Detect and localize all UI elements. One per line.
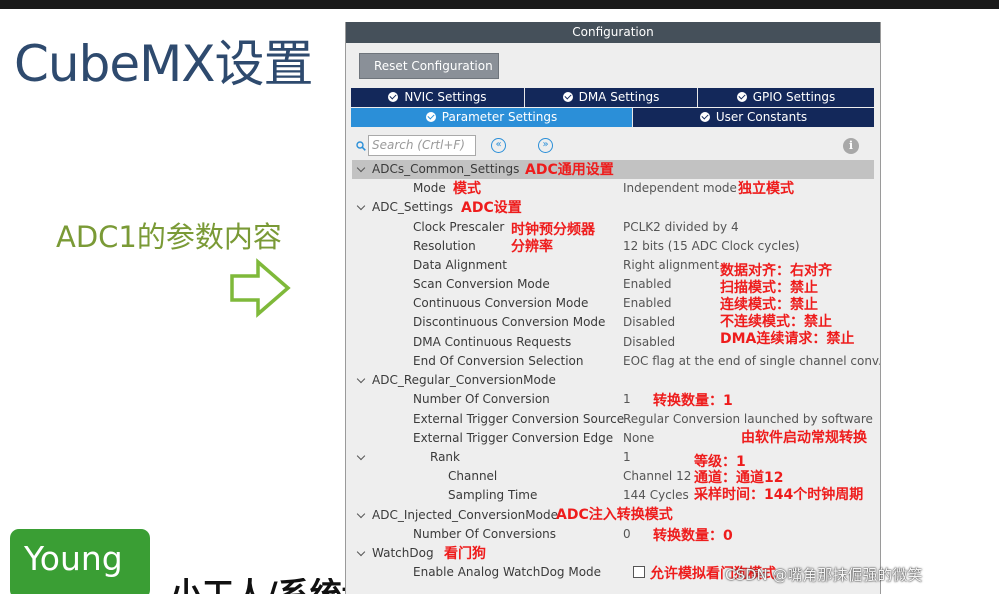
annotation-watchdog: 看门狗 [444,546,486,562]
annotation-channel: 通道：通道12 [694,470,784,486]
annotation-common: ADC通用设置 [525,162,614,178]
slide-title: CubeMX设置 [14,35,313,93]
annotation-num-conv: 转换数量：1 [653,393,733,409]
annotation-adc-settings: ADC设置 [461,200,522,216]
tab-dma-settings[interactable]: DMA Settings [525,88,698,107]
annotation-num-conv0: 转换数量：0 [653,528,733,544]
annotation-resolution: 分辨率 [511,239,553,255]
brand-badge-text: Young [24,539,123,578]
chevron-down-icon[interactable] [356,506,368,525]
check-circle-icon [388,92,399,102]
analog-watchdog-checkbox[interactable] [633,566,645,578]
tab-nvic-settings[interactable]: NVIC Settings [351,88,525,107]
param-row-clock-prescaler[interactable]: Clock Prescaler PCLK2 divided by 4 [352,218,874,237]
param-row-resolution[interactable]: Resolution 12 bits (15 ADC Clock cycles) [352,237,874,256]
annotation-rank: 等级：1 [694,454,746,470]
check-circle-icon [425,112,436,122]
param-row-rank[interactable]: Rank 1 [352,448,874,467]
chevron-down-icon[interactable] [356,198,368,217]
chevron-down-icon[interactable] [356,448,368,467]
param-row-number-of-conversion[interactable]: Number Of Conversion 1 [352,390,874,409]
check-circle-icon [562,92,573,102]
group-watchdog[interactable]: WatchDog [352,544,874,563]
param-row-number-of-conversions[interactable]: Number Of Conversions 0 [352,525,874,544]
annotation-injected: ADC注入转换模式 [556,507,673,523]
watermark: CSDN @嘴角那抹倔强的微笑 [725,566,923,584]
param-row-channel[interactable]: Channel Channel 12 [352,467,874,486]
param-row-mode[interactable]: Mode Independent mode [352,179,874,198]
previous-result-icon[interactable]: « [491,138,506,153]
param-row-end-of-conversion-selection[interactable]: End Of Conversion Selection EOC flag at … [352,352,880,371]
top-strip [0,0,999,9]
right-arrow-icon [228,256,292,320]
reset-configuration-button[interactable]: Reset Configuration [359,53,499,79]
search-icon [356,141,366,151]
tab-parameter-settings[interactable]: Parameter Settings [351,108,633,127]
annotation-prescaler: 时钟预分频器 [511,222,595,238]
annotation-dma: DMA连续请求：禁止 [720,331,855,347]
annotation-discontinuous: 不连续模式：禁止 [720,314,832,330]
check-circle-icon [699,112,710,122]
annotation-align: 数据对齐：右对齐 [720,263,832,279]
group-adc-regular-conversionmode[interactable]: ADC_Regular_ConversionMode [352,371,874,390]
chevron-down-icon[interactable] [356,544,368,563]
annotation-software: 由软件启动常规转换 [741,430,867,446]
search-input[interactable]: Search (Crtl+F) [368,135,476,156]
group-adc-settings[interactable]: ADC_Settings [352,198,874,217]
check-circle-icon [736,92,747,102]
next-result-icon[interactable]: » [538,138,553,153]
annotation-independent: 独立模式 [738,181,794,197]
annotation-scan: 扫描模式：禁止 [720,280,818,296]
annotation-sampling: 采样时间：144个时钟周期 [694,487,864,503]
param-row-external-trigger-source[interactable]: External Trigger Conversion Source Regul… [352,410,874,429]
chevron-down-icon[interactable] [356,160,368,179]
tab-user-constants[interactable]: User Constants [633,108,874,127]
annotation-mode: 模式 [453,181,481,197]
chevron-down-icon[interactable] [356,371,368,390]
annotation-continuous: 连续模式：禁止 [720,297,818,313]
brand-badge: Young [10,529,150,594]
panel-header: Configuration [346,22,880,43]
tab-gpio-settings[interactable]: GPIO Settings [698,88,874,107]
slide-subtitle: ADC1的参数内容 [56,220,282,254]
info-icon[interactable]: i [843,138,859,154]
